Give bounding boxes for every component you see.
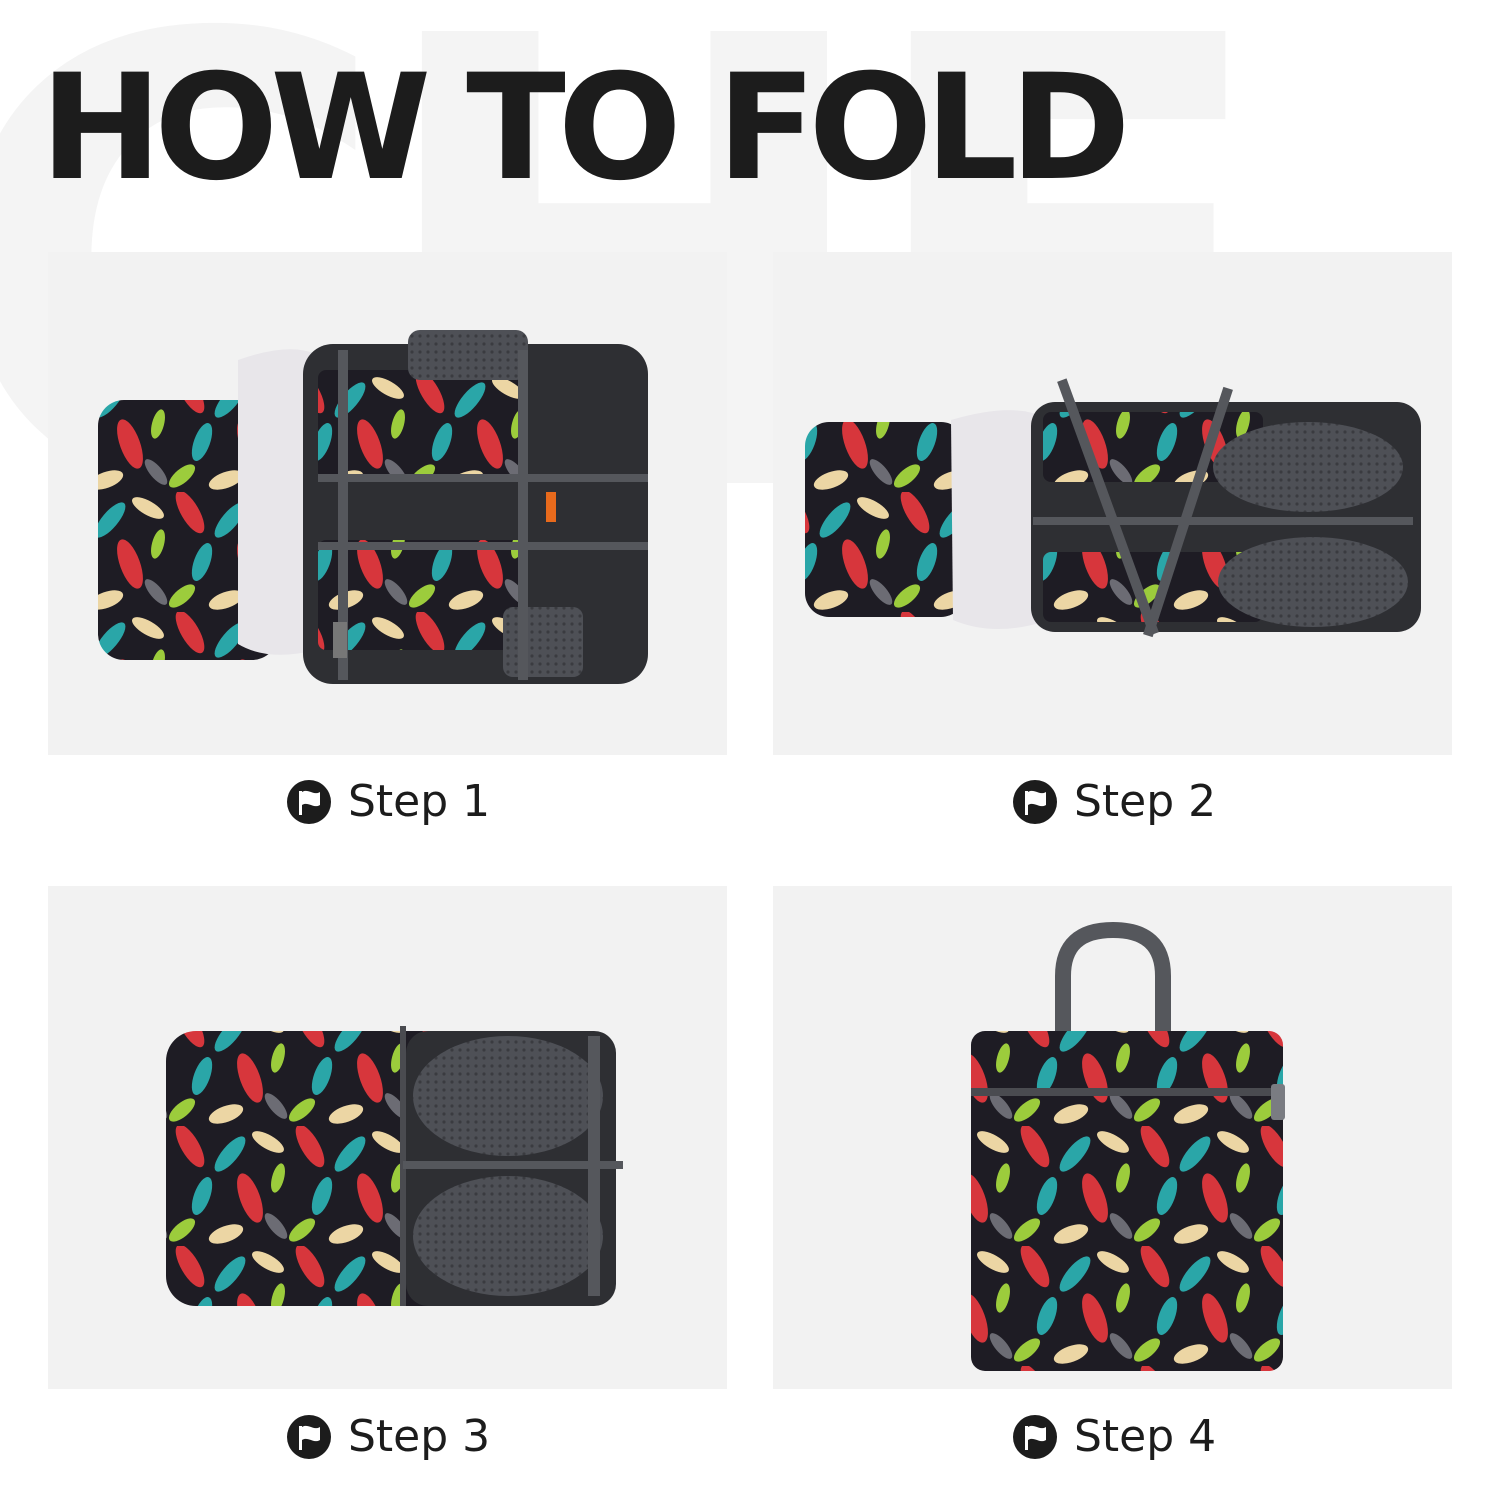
step-4-caption: Step 4 xyxy=(1012,1407,1216,1467)
backpack-unfolded-image xyxy=(98,330,648,684)
flag-circle-icon xyxy=(1013,780,1057,824)
page-title: HOW TO FOLD xyxy=(40,43,1131,213)
backpack-straps-folded-image xyxy=(805,378,1421,638)
step-2-caption: Step 2 xyxy=(1012,772,1216,832)
step-4-label: Step 4 xyxy=(1074,1411,1217,1462)
flag-circle-icon xyxy=(1013,1415,1057,1459)
flag-circle-icon xyxy=(287,780,331,824)
packed-pouch-image xyxy=(971,921,1285,1371)
step-4-photo xyxy=(773,886,1452,1389)
step-1-photo xyxy=(48,252,727,755)
step-3-caption: Step 3 xyxy=(286,1407,490,1467)
step-3-label: Step 3 xyxy=(348,1411,491,1462)
backpack-folded-half-image xyxy=(166,1026,623,1306)
step-1-label: Step 1 xyxy=(348,776,491,827)
flag-circle-icon xyxy=(287,1415,331,1459)
step-3-photo xyxy=(48,886,727,1389)
step-2-photo xyxy=(773,252,1452,755)
step-1-caption: Step 1 xyxy=(286,772,490,832)
step-2-label: Step 2 xyxy=(1074,776,1217,827)
